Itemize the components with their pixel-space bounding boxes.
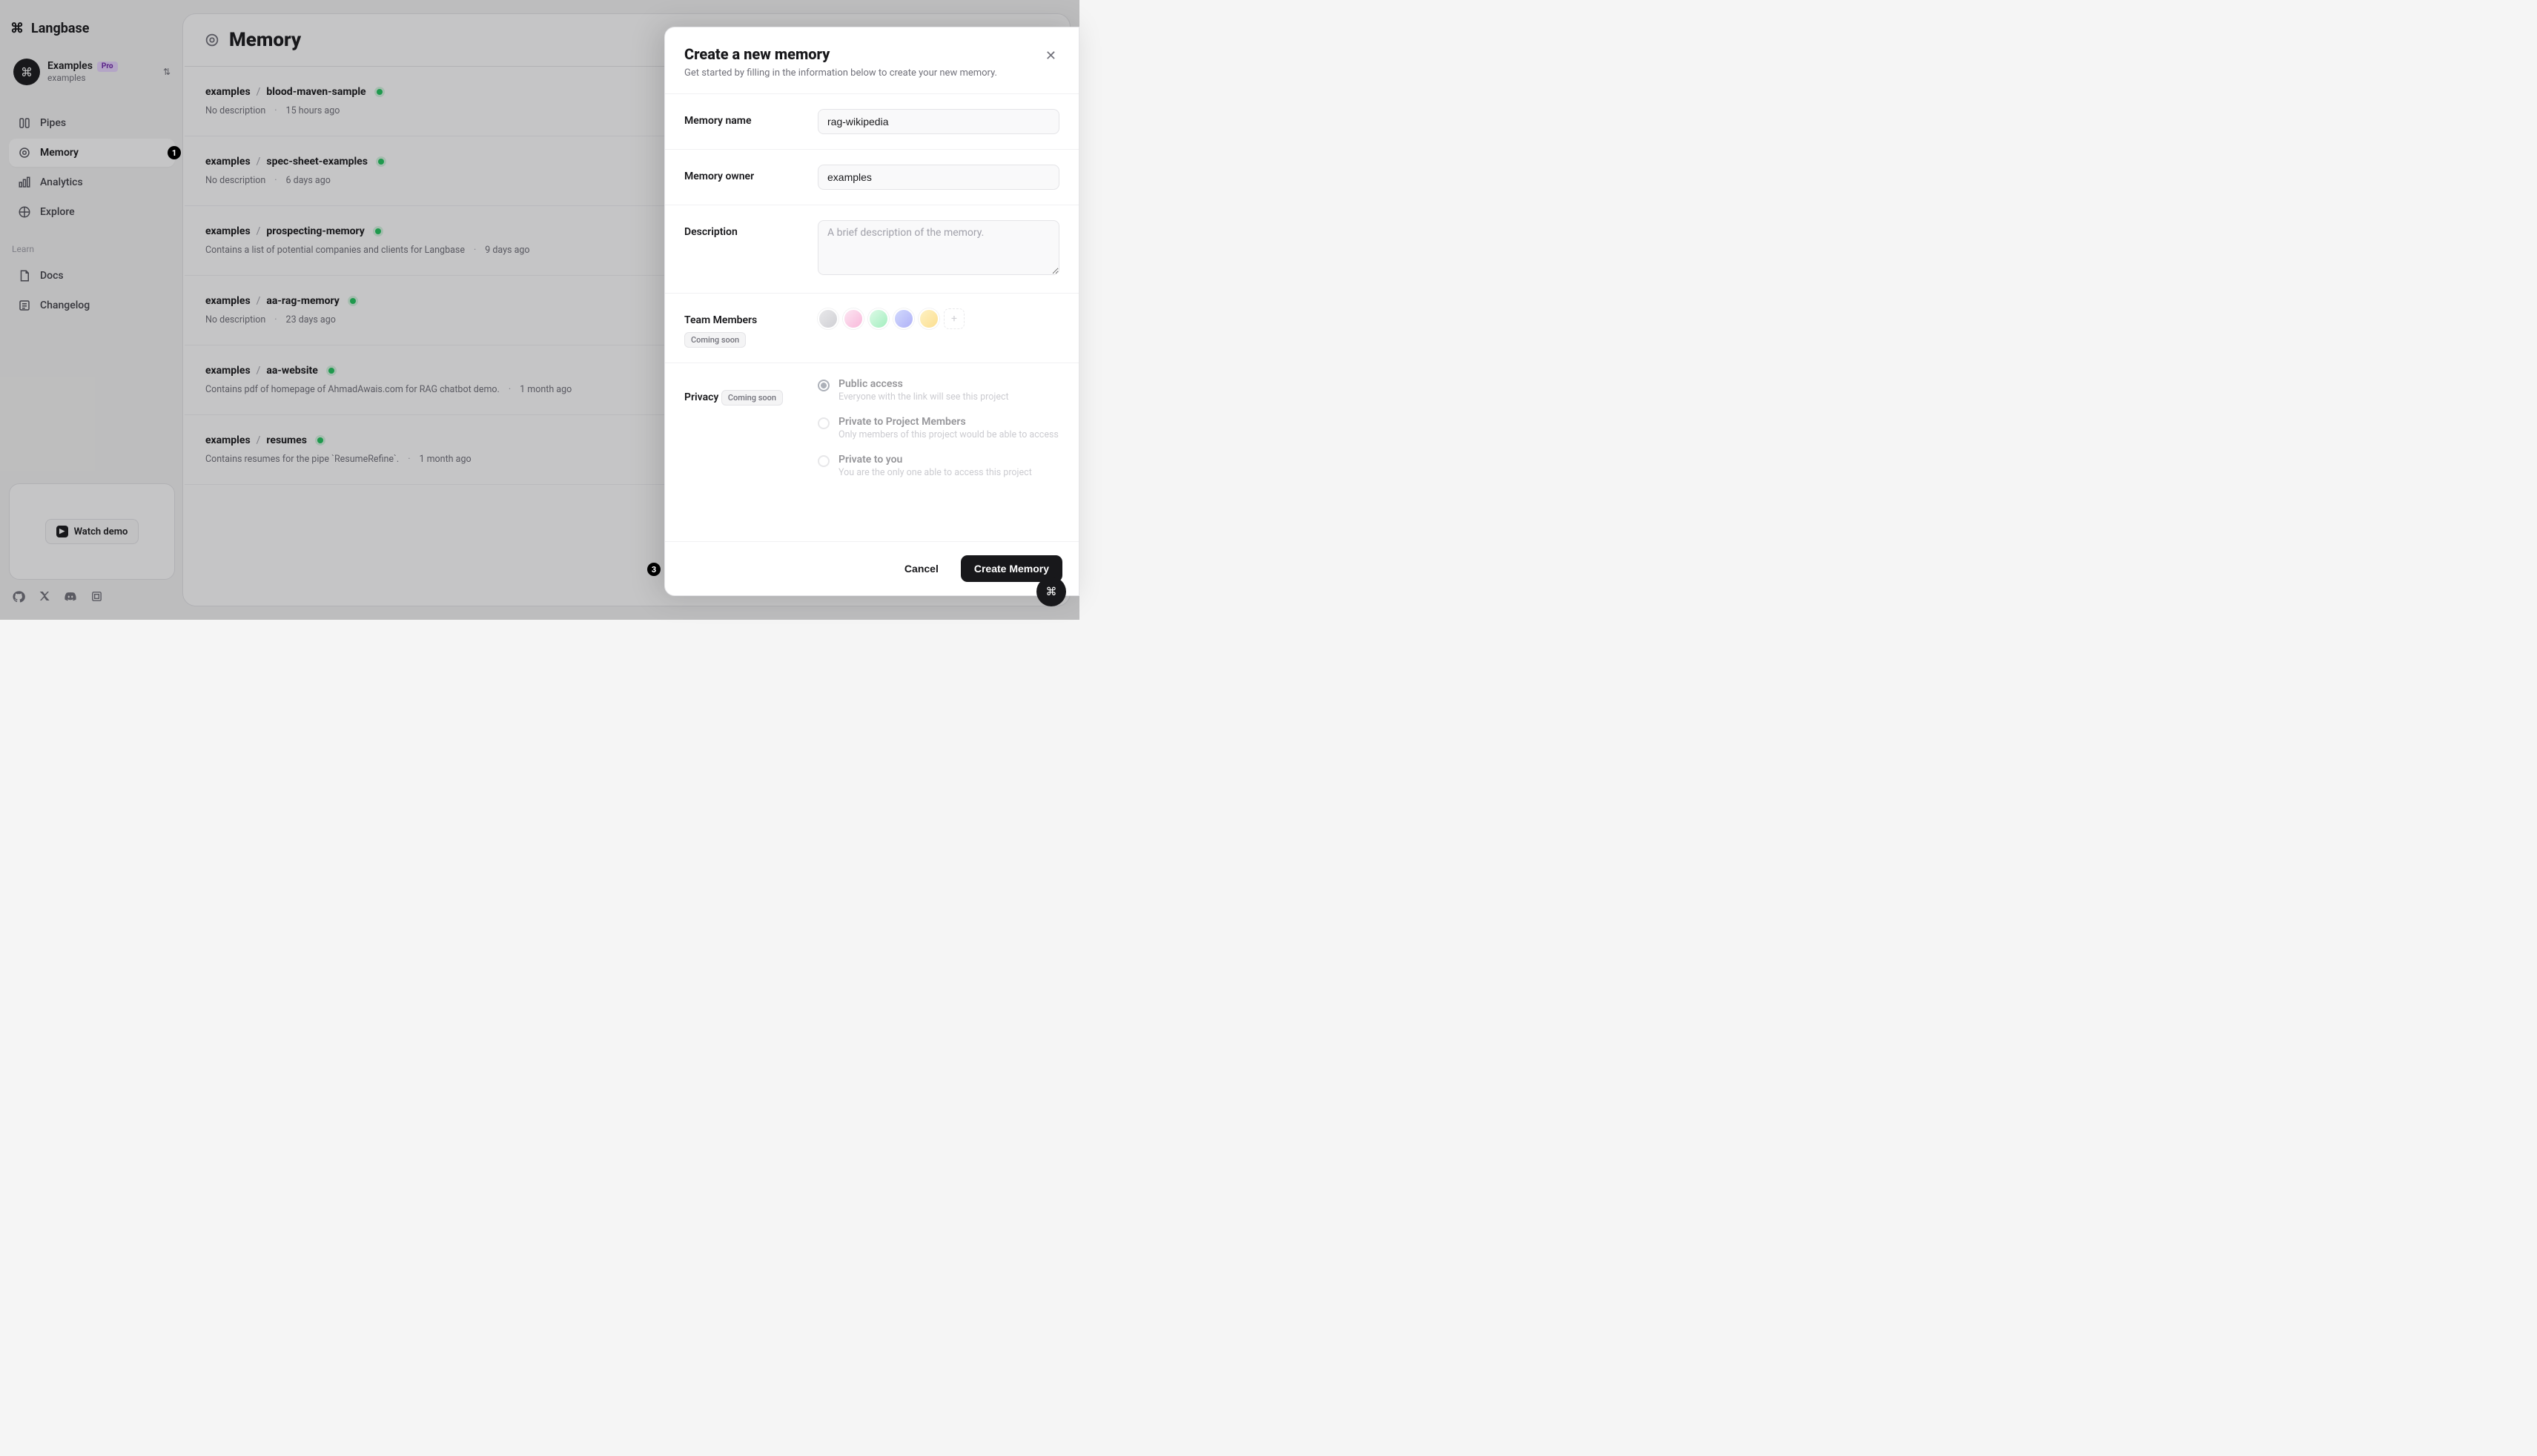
- memory-name-input[interactable]: [818, 109, 1059, 134]
- coming-soon-chip: Coming soon: [684, 332, 746, 348]
- cancel-button[interactable]: Cancel: [891, 555, 952, 582]
- command-fab[interactable]: ⌘: [1036, 577, 1066, 606]
- radio-icon: [818, 455, 830, 467]
- label-team-members: Team Members Coming soon: [684, 308, 803, 348]
- avatar: [868, 308, 889, 329]
- option-title: Private to you: [838, 454, 1032, 466]
- avatar: [893, 308, 914, 329]
- team-avatars: +: [818, 308, 1059, 329]
- option-desc: Everyone with the link will see this pro…: [838, 391, 1009, 403]
- label-privacy: Privacy Coming soon: [684, 378, 803, 478]
- create-memory-dialog: Create a new memory Get started by filli…: [664, 27, 1079, 596]
- add-member-button[interactable]: +: [944, 308, 965, 329]
- avatar: [919, 308, 939, 329]
- avatar: [843, 308, 864, 329]
- option-desc: Only members of this project would be ab…: [838, 429, 1059, 440]
- label-description: Description: [684, 220, 803, 278]
- radio-icon: [818, 417, 830, 429]
- privacy-option-project[interactable]: Private to Project Members Only members …: [818, 416, 1059, 440]
- privacy-options: Public access Everyone with the link wil…: [818, 378, 1059, 478]
- memory-owner-input[interactable]: [818, 165, 1059, 190]
- avatar: [818, 308, 838, 329]
- privacy-option-private[interactable]: Private to you You are the only one able…: [818, 454, 1059, 478]
- coming-soon-chip: Coming soon: [721, 390, 783, 406]
- radio-icon: [818, 380, 830, 391]
- label-memory-name: Memory name: [684, 109, 803, 134]
- step-badge-1: 1: [168, 146, 181, 159]
- close-icon[interactable]: ✕: [1042, 45, 1059, 67]
- option-title: Public access: [838, 378, 1009, 390]
- description-input[interactable]: [818, 220, 1059, 275]
- option-desc: You are the only one able to access this…: [838, 467, 1032, 478]
- option-title: Private to Project Members: [838, 416, 1059, 428]
- dialog-subtitle: Get started by filling in the informatio…: [684, 67, 997, 79]
- dialog-title: Create a new memory: [684, 45, 997, 63]
- label-memory-owner: Memory owner: [684, 165, 803, 190]
- step-badge-3: 3: [647, 563, 661, 576]
- privacy-option-public[interactable]: Public access Everyone with the link wil…: [818, 378, 1059, 403]
